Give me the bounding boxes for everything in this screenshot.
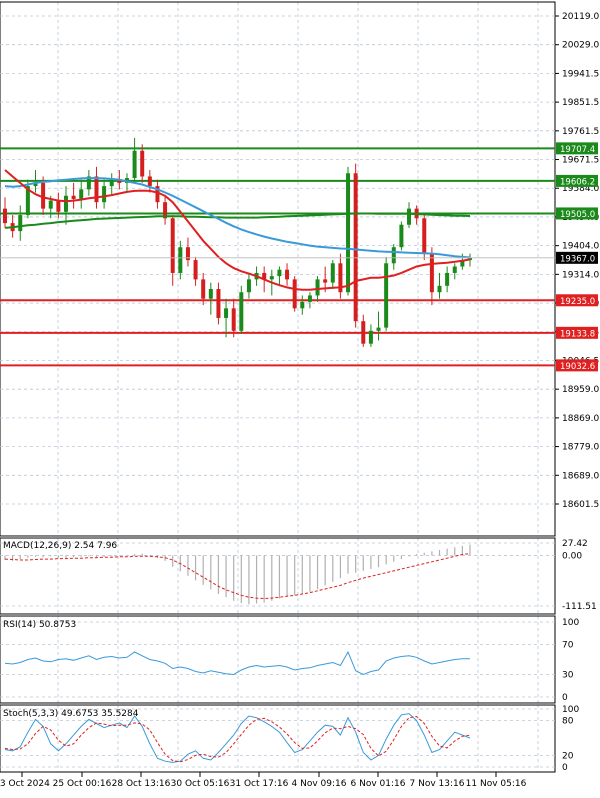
rsi-title: RSI(14) 50.8753 (3, 620, 76, 630)
candle-body (178, 247, 183, 273)
candle-body (368, 330, 373, 344)
y-tick-label: 0 (562, 693, 568, 703)
candle-body (437, 285, 442, 293)
candle-body (239, 292, 244, 331)
y-tick-label: 18779.0 (562, 443, 599, 453)
level-label: 19707.4 (560, 145, 595, 155)
candle-body (18, 215, 23, 232)
candle-body (315, 279, 320, 296)
y-tick-label: 20119.0 (562, 12, 599, 22)
current-price-label: 19367.0 (560, 254, 595, 264)
candle-body (384, 263, 389, 328)
level-label: 19235.0 (560, 297, 595, 307)
candle-body (307, 295, 312, 302)
candle-body (353, 173, 358, 322)
y-tick-label: 27.42 (562, 539, 588, 549)
candle-body (376, 327, 381, 331)
candle-body (71, 195, 76, 199)
candle-body (429, 253, 434, 293)
candle-body (216, 289, 221, 318)
y-tick-label: 70 (562, 641, 574, 651)
candle-body (140, 150, 145, 177)
candle-body (246, 279, 251, 293)
x-tick-label: 7 Nov 13:16 (410, 779, 465, 789)
x-tick-label: 31 Oct 17:16 (230, 779, 289, 789)
candle-body (201, 279, 206, 299)
x-tick-label: 11 Nov 05:16 (466, 779, 527, 789)
panel-frame-price (0, 1, 556, 537)
y-tick-label: 100 (562, 618, 579, 628)
y-tick-label: 19404.0 (562, 242, 599, 252)
candle-body (277, 269, 282, 277)
candle-body (422, 218, 427, 254)
candle-body (269, 276, 274, 280)
candle-body (399, 224, 404, 248)
chart-root: 20119.0 20029.0 19941.5 19851.5 19761.5 19671… (0, 0, 600, 794)
candle-body (391, 247, 396, 264)
candle-body (231, 308, 236, 331)
candle-body (147, 176, 152, 187)
x-tick-label: 23 Oct 2024 (0, 779, 50, 789)
candle-body (48, 200, 53, 209)
level-label: 19606.2 (560, 177, 595, 187)
candle-body (63, 195, 68, 212)
candle-body (132, 150, 137, 179)
x-tick-label: 28 Oct 13:16 (112, 779, 171, 789)
candle-body (300, 301, 305, 309)
candle-body (56, 200, 61, 212)
candle-body (109, 179, 114, 187)
x-tick-label: 4 Nov 09:16 (292, 779, 347, 789)
candle-body (193, 260, 198, 280)
x-tick-label: 30 Oct 05:16 (171, 779, 230, 789)
y-tick-label: 18601.5 (562, 500, 599, 510)
candle-body (79, 189, 84, 199)
candle-body (292, 279, 297, 309)
level-label: 19032.6 (560, 362, 595, 372)
y-tick-label: 19941.5 (562, 69, 599, 79)
candle-body (361, 321, 366, 344)
candle-body (323, 279, 328, 283)
candle-body (452, 266, 457, 273)
candle-body (3, 208, 7, 224)
y-tick-label: 18869.0 (562, 414, 599, 424)
y-tick-label: 0 (562, 763, 568, 773)
level-label: 19505.0 (560, 210, 595, 220)
candle-body (445, 272, 450, 286)
x-tick-label: 25 Oct 00:16 (53, 779, 112, 789)
trading-chart: 20119.0 20029.0 19941.5 19851.5 19761.5 19671… (0, 1, 599, 789)
rsi-line (4, 650, 470, 676)
y-tick-label: 19761.5 (562, 127, 599, 137)
y-tick-label: -111.51 (562, 602, 597, 612)
stoch-title: Stoch(5,3,3) 49.6753 35.5284 (3, 709, 139, 719)
macd-title: MACD(12,26,9) 2.54 7.96 (3, 541, 117, 551)
panel-frame-rsi (0, 615, 556, 704)
candle-body (224, 308, 229, 318)
y-tick-label: 30 (562, 671, 574, 681)
y-tick-label: 20029.0 (562, 41, 599, 51)
y-tick-label: 0.00 (562, 551, 582, 561)
candle-body (346, 173, 351, 293)
y-tick-label: 20 (562, 751, 574, 761)
x-tick-label: 6 Nov 01:16 (351, 779, 406, 789)
y-tick-label: 18689.0 (562, 471, 599, 481)
candle-body (407, 208, 412, 225)
macd-signal-line (4, 553, 471, 600)
candle-body (285, 269, 290, 280)
candle-body (208, 289, 213, 299)
level-label: 19133.8 (560, 329, 595, 339)
candle-body (170, 218, 175, 273)
y-tick-label: 18959.0 (562, 385, 599, 395)
y-tick-label: 80 (562, 717, 574, 727)
candle-body (102, 186, 107, 203)
y-tick-label: 19671.5 (562, 156, 599, 166)
y-tick-label: 19851.5 (562, 98, 599, 108)
y-tick-label: 100 (562, 705, 579, 715)
candle-body (330, 263, 335, 283)
y-tick-label: 19314.0 (562, 270, 599, 280)
